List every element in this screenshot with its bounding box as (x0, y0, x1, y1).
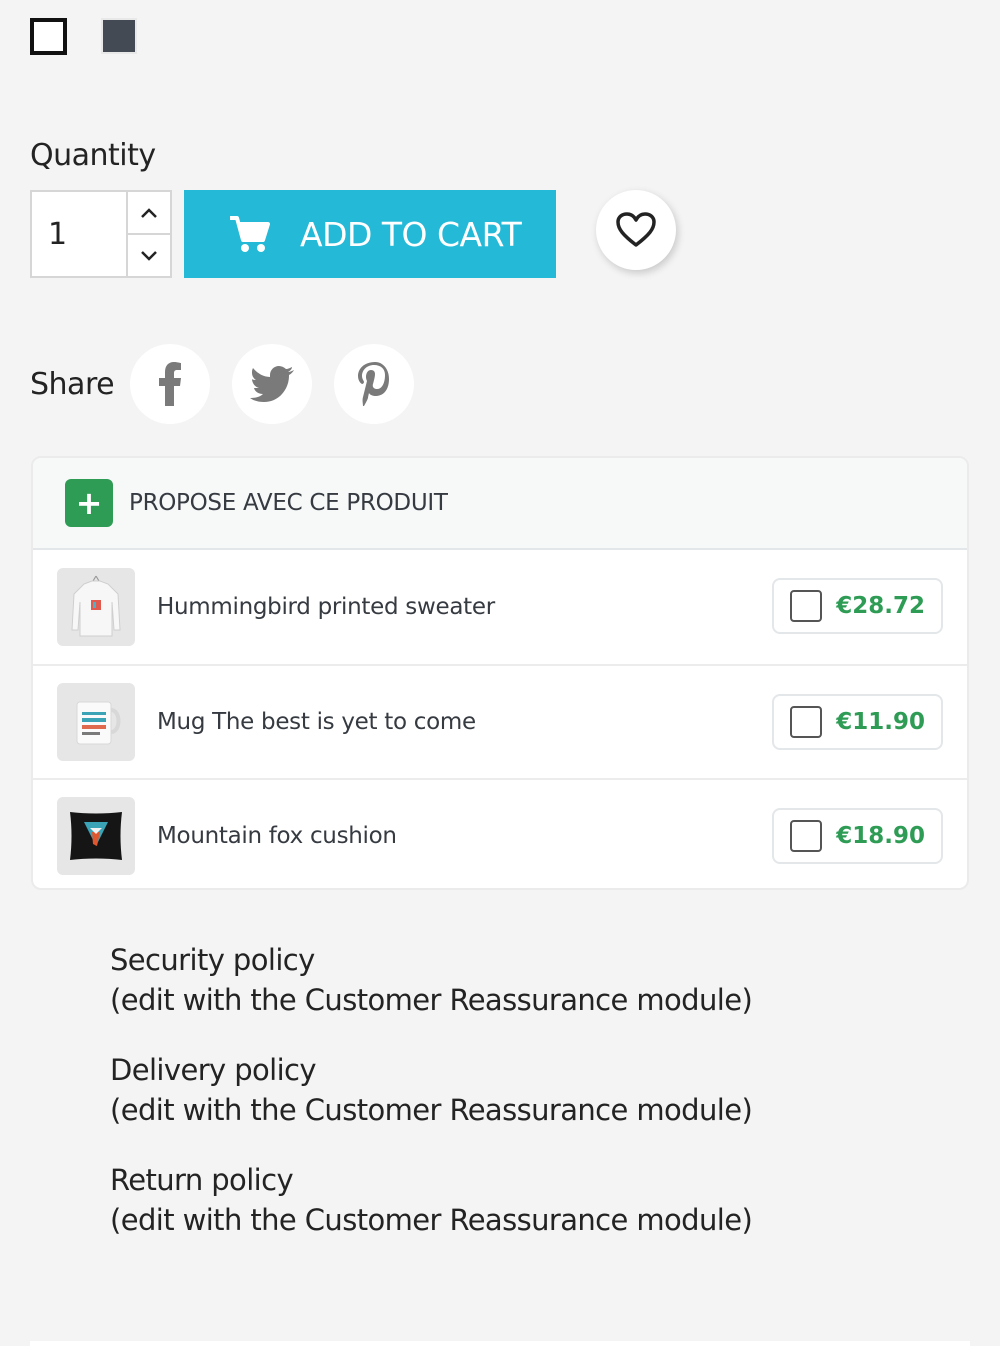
share-twitter-button[interactable] (232, 344, 313, 424)
product-thumbnail-cushion[interactable] (57, 797, 135, 875)
product-price: €11.90 (836, 709, 925, 735)
mug-image (76, 701, 121, 745)
product-thumbnail-mug[interactable] (57, 683, 135, 761)
color-swatches (30, 18, 137, 55)
quantity-buttons (126, 192, 170, 276)
product-name: Mug The best is yet to come (157, 709, 476, 735)
policy-title: Security policy (110, 943, 315, 977)
share-facebook-button[interactable] (130, 344, 211, 424)
share-section: Share (30, 344, 436, 424)
product-name: Hummingbird printed sweater (157, 594, 495, 620)
quantity-decrease-button[interactable] (128, 233, 170, 276)
sweater-image (71, 575, 121, 637)
cross-sell-title: PROPOSE AVEC CE PRODUIT (129, 490, 448, 516)
product-thumbnail-sweater[interactable] (57, 568, 135, 646)
product-price-select: €18.90 (772, 808, 943, 864)
product-price-select: €11.90 (772, 694, 943, 750)
cross-sell-header: + PROPOSE AVEC CE PRODUIT (33, 458, 967, 550)
policy-title: Delivery policy (110, 1053, 317, 1087)
share-pinterest-button[interactable] (334, 344, 415, 424)
shopping-cart-icon (228, 214, 270, 254)
product-price: €28.72 (836, 593, 925, 619)
product-checkbox[interactable] (790, 706, 823, 738)
policy-subtitle: (edit with the Customer Reassurance modu… (110, 983, 753, 1017)
quantity-input[interactable] (32, 192, 126, 276)
pinterest-icon (358, 362, 390, 406)
wishlist-button[interactable] (596, 190, 676, 270)
list-item: Mug The best is yet to come €11.90 (33, 664, 967, 778)
quantity-label: Quantity (30, 138, 156, 173)
color-swatch-gray[interactable] (101, 18, 137, 54)
product-checkbox[interactable] (790, 590, 823, 622)
add-to-cart-label: ADD TO CART (300, 214, 522, 254)
chevron-up-icon (141, 207, 157, 218)
quantity-stepper (30, 190, 172, 278)
add-to-cart-button[interactable]: ADD TO CART (184, 190, 556, 278)
chevron-down-icon (141, 250, 157, 261)
share-label: Share (30, 366, 115, 402)
policy-subtitle: (edit with the Customer Reassurance modu… (110, 1093, 753, 1127)
product-name: Mountain fox cushion (157, 823, 397, 849)
cross-sell-panel: + PROPOSE AVEC CE PRODUIT Hummingbird pr… (31, 456, 969, 890)
quantity-increase-button[interactable] (128, 192, 170, 233)
color-swatch-white[interactable] (30, 18, 67, 55)
delivery-policy: Delivery policy (edit with the Customer … (110, 1050, 753, 1130)
heart-outline-icon (616, 212, 656, 247)
product-price-select: €28.72 (772, 578, 943, 634)
plus-icon[interactable]: + (65, 479, 113, 527)
policy-subtitle: (edit with the Customer Reassurance modu… (110, 1203, 753, 1237)
reassurance-block: Security policy (edit with the Customer … (110, 940, 753, 1270)
return-policy: Return policy (edit with the Customer Re… (110, 1160, 753, 1240)
product-checkbox[interactable] (790, 820, 823, 852)
list-item: Hummingbird printed sweater €28.72 (33, 550, 967, 664)
list-item: Mountain fox cushion €18.90 (33, 778, 967, 888)
facebook-icon (159, 362, 182, 406)
cushion-image (70, 812, 122, 860)
twitter-icon (250, 366, 295, 402)
product-price: €18.90 (836, 823, 925, 849)
security-policy: Security policy (edit with the Customer … (110, 940, 753, 1020)
policy-title: Return policy (110, 1163, 294, 1197)
section-divider (30, 1341, 970, 1346)
